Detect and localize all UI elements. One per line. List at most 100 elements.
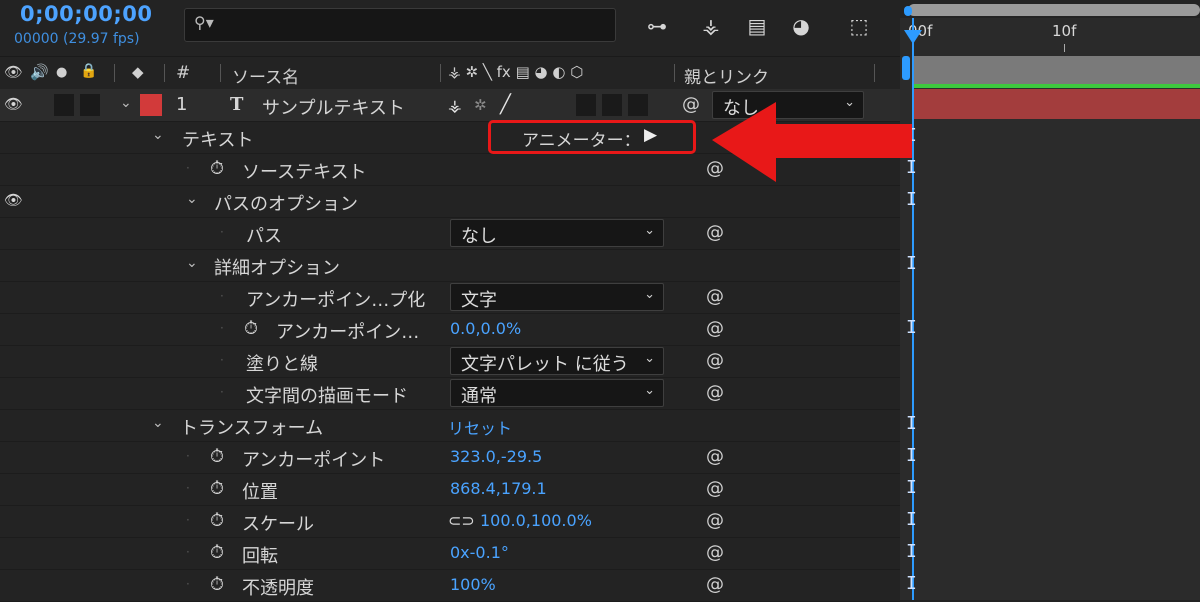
3d-switch-box[interactable]: [628, 94, 648, 116]
stopwatch-icon[interactable]: ⏱: [210, 446, 224, 467]
keyframe-marker-icon[interactable]: I: [906, 477, 917, 498]
property-value[interactable]: 0x-0.1°: [450, 543, 509, 562]
text-layer-icon: T: [230, 94, 244, 115]
time-navigator-bar[interactable]: [908, 4, 1200, 16]
property-grouping-alignment[interactable]: · ⏱ アンカーポイン… 0.0,0.0% @: [0, 313, 900, 346]
property-fill-stroke[interactable]: · 塗りと線 文字パレット に従う ⌄ @: [0, 345, 900, 378]
stopwatch-icon[interactable]: ⏱: [210, 574, 224, 595]
work-area-start-handle[interactable]: [902, 56, 910, 80]
audio-switch-box[interactable]: [54, 94, 74, 116]
fill-stroke-dropdown[interactable]: 文字パレット に従う ⌄: [450, 347, 664, 375]
label-color-swatch[interactable]: [140, 94, 162, 116]
anchor-grouping-dropdown[interactable]: 文字 ⌄: [450, 283, 664, 311]
eye-icon[interactable]: 👁: [4, 95, 23, 113]
pick-whip-icon[interactable]: @: [682, 94, 700, 115]
keyframe-marker-icon[interactable]: I: [906, 189, 917, 210]
pick-whip-icon[interactable]: @: [706, 222, 724, 243]
visibility-column-icon[interactable]: 👁: [4, 63, 23, 81]
stopwatch-icon[interactable]: ⏱: [210, 478, 224, 499]
chevron-down-icon: ⌄: [644, 383, 655, 398]
ruler-tick: [1064, 44, 1065, 52]
switches-column-icons[interactable]: ⚶ ✲ ╲ fx ▤ ◕ ◐ ⬡: [448, 63, 583, 81]
blend-mode-dropdown[interactable]: 通常 ⌄: [450, 379, 664, 407]
property-value[interactable]: 100.0,100.0%: [480, 511, 592, 530]
label-column-icon[interactable]: ◆: [132, 63, 144, 81]
search-input[interactable]: [184, 8, 616, 42]
motion-blur-icon[interactable]: ◕: [784, 10, 818, 42]
keyframe-marker-icon[interactable]: I: [906, 413, 917, 434]
chevron-down-icon[interactable]: ⌄: [152, 127, 164, 143]
property-label: テキスト: [182, 130, 254, 151]
keyframe-marker-icon[interactable]: I: [906, 509, 917, 530]
time-ruler[interactable]: 00f 10f: [900, 18, 1200, 56]
stopwatch-icon[interactable]: ⏱: [210, 510, 224, 531]
constrain-proportions-icon[interactable]: ⊂⊃: [448, 511, 475, 530]
navigator-start-handle[interactable]: [904, 6, 912, 16]
layer-name[interactable]: サンプルテキスト: [262, 94, 405, 120]
search-icon[interactable]: ⚲▾: [194, 13, 214, 32]
pick-whip-icon[interactable]: @: [706, 318, 724, 339]
property-group-path-options[interactable]: 👁 ⌄ パスのオプション: [0, 185, 900, 218]
pick-whip-icon[interactable]: @: [706, 478, 724, 499]
number-column-header: #: [176, 63, 191, 83]
property-anchor-point[interactable]: · ⏱ アンカーポイント 323.0,-29.5 @: [0, 441, 900, 474]
property-value[interactable]: 868.4,179.1: [450, 479, 547, 498]
work-area-bar[interactable]: [912, 56, 1200, 84]
lock-column-icon[interactable]: 🔒: [80, 63, 97, 79]
composition-flowchart-icon[interactable]: ⊶: [640, 10, 674, 42]
blend-mode-value: 通常: [461, 386, 497, 407]
chevron-down-icon[interactable]: ⌄: [186, 191, 198, 207]
pick-whip-icon[interactable]: @: [706, 286, 724, 307]
current-time-display[interactable]: 0;00;00;00: [20, 2, 152, 26]
collapse-switch-icon[interactable]: ✲: [474, 96, 487, 114]
path-dropdown[interactable]: なし ⌄: [450, 219, 664, 247]
property-rotation[interactable]: · ⏱ 回転 0x-0.1° @: [0, 537, 900, 570]
keyframe-marker-icon[interactable]: I: [906, 317, 917, 338]
chevron-down-icon[interactable]: ⌄: [120, 95, 132, 111]
frame-blending-icon[interactable]: ▤: [740, 10, 774, 42]
pick-whip-icon[interactable]: @: [706, 382, 724, 403]
property-opacity[interactable]: · ⏱ 不透明度 100% @: [0, 569, 900, 602]
shy-layers-icon[interactable]: ⚶: [694, 10, 728, 42]
pick-whip-icon[interactable]: @: [706, 510, 724, 531]
property-anchor-grouping[interactable]: · アンカーポイン…プ化 文字 ⌄ @: [0, 281, 900, 314]
stopwatch-icon[interactable]: ⏱: [210, 158, 224, 179]
property-label: 文字間の描画モード: [246, 386, 408, 407]
chevron-down-icon[interactable]: ⌄: [152, 415, 164, 431]
graph-editor-icon[interactable]: ⬚: [842, 10, 876, 42]
property-value[interactable]: 323.0,-29.5: [450, 447, 542, 466]
parent-link-column-header[interactable]: 親とリンク: [684, 63, 769, 88]
property-inter-character-blending[interactable]: · 文字間の描画モード 通常 ⌄ @: [0, 377, 900, 410]
stopwatch-icon[interactable]: ⏱: [244, 318, 258, 339]
property-scale[interactable]: · ⏱ スケール ⊂⊃ 100.0,100.0% @: [0, 505, 900, 538]
property-value[interactable]: 0.0,0.0%: [450, 319, 521, 338]
motion-blur-switch-box[interactable]: [576, 94, 596, 116]
keyframe-marker-icon[interactable]: I: [906, 445, 917, 466]
eye-icon[interactable]: 👁: [4, 191, 23, 209]
source-name-column-header[interactable]: ソース名: [232, 63, 299, 88]
solo-switch-box[interactable]: [80, 94, 100, 116]
shy-switch-icon[interactable]: ⚶: [448, 96, 462, 115]
property-group-more-options[interactable]: ⌄ 詳細オプション: [0, 249, 900, 282]
property-path[interactable]: · パス なし ⌄ @: [0, 217, 900, 250]
stopwatch-icon[interactable]: ⏱: [210, 542, 224, 563]
property-position[interactable]: · ⏱ 位置 868.4,179.1 @: [0, 473, 900, 506]
adjustment-switch-box[interactable]: [602, 94, 622, 116]
playhead-icon[interactable]: [904, 30, 922, 44]
keyframe-marker-icon[interactable]: I: [906, 253, 917, 274]
solo-column-icon[interactable]: ●: [56, 65, 67, 80]
quality-switch-icon[interactable]: ╱: [500, 94, 511, 115]
pick-whip-icon[interactable]: @: [706, 542, 724, 563]
pick-whip-icon[interactable]: @: [706, 350, 724, 371]
audio-column-icon[interactable]: 🔊: [30, 63, 49, 81]
pick-whip-icon[interactable]: @: [706, 446, 724, 467]
reset-link[interactable]: リセット: [448, 415, 512, 439]
pick-whip-icon[interactable]: @: [706, 574, 724, 595]
property-value[interactable]: 100%: [450, 575, 496, 594]
layer-duration-bar[interactable]: [912, 89, 1200, 119]
bullet: ·: [186, 513, 190, 527]
property-group-transform[interactable]: ⌄ トランスフォーム リセット: [0, 409, 900, 442]
keyframe-marker-icon[interactable]: I: [906, 573, 917, 594]
keyframe-marker-icon[interactable]: I: [906, 541, 917, 562]
chevron-down-icon[interactable]: ⌄: [186, 255, 198, 271]
